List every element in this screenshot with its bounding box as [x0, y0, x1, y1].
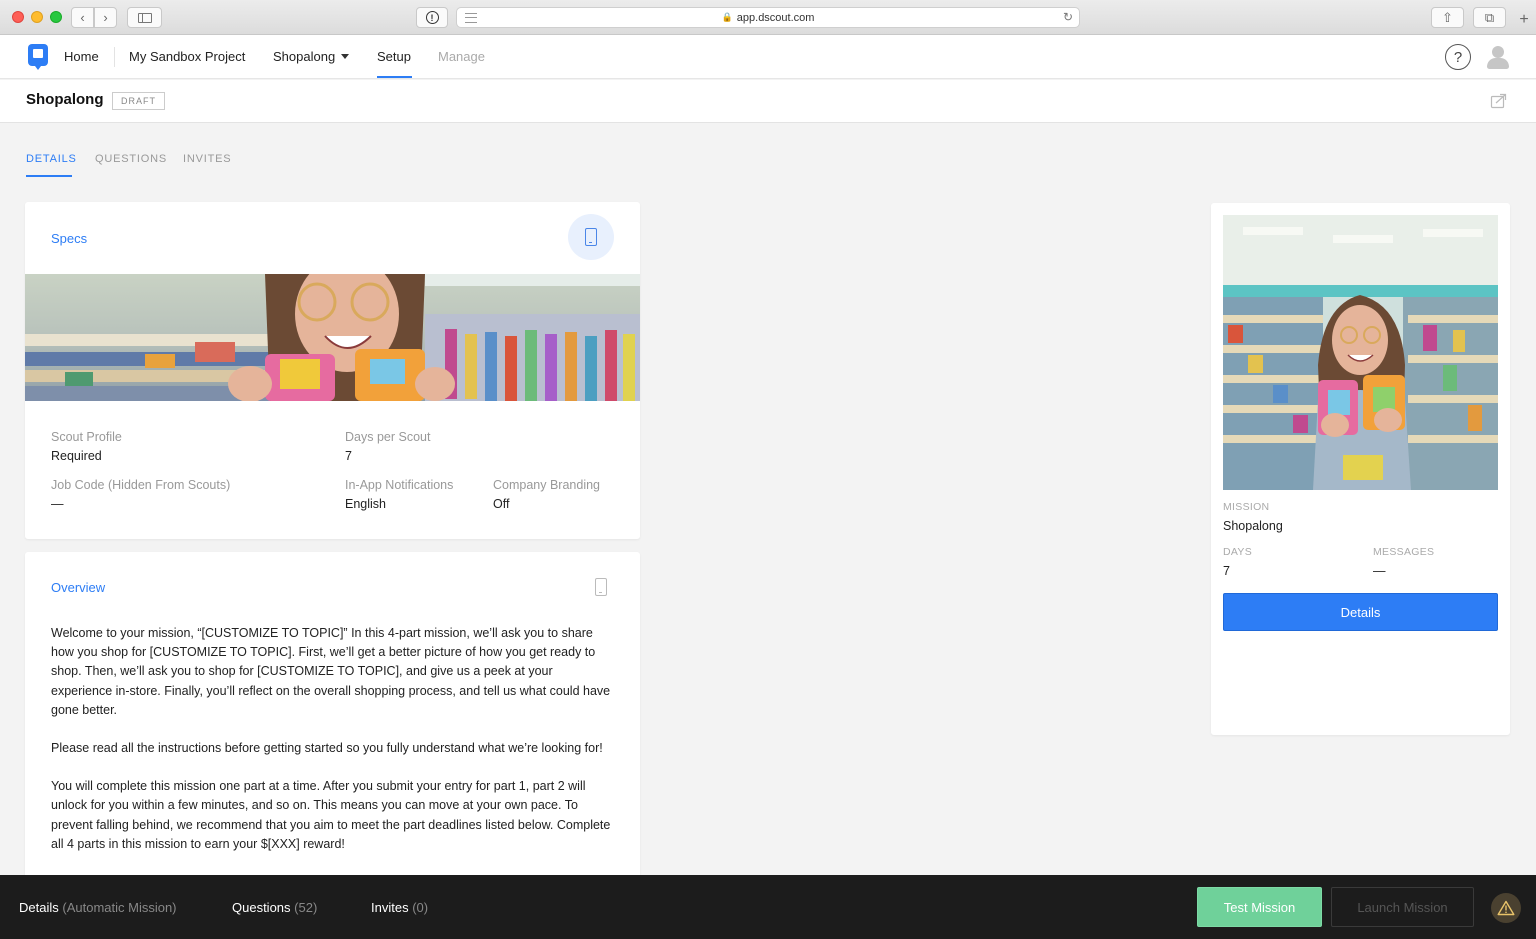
days-label: DAYS	[1223, 546, 1253, 558]
nav-setup[interactable]: Setup	[377, 49, 411, 64]
tabs-icon: ⧉	[1484, 9, 1495, 25]
dscout-logo-icon[interactable]	[28, 44, 48, 70]
days-per-scout-label: Days per Scout	[345, 430, 431, 444]
nav-divider	[114, 47, 115, 67]
bottom-questions-link[interactable]: Questions (52)	[232, 900, 317, 915]
overview-paragraph: Please read all the instructions before …	[51, 741, 603, 756]
branding-value: Off	[493, 497, 510, 511]
nav-manage[interactable]: Manage	[438, 49, 485, 64]
new-tab-icon[interactable]: +	[1514, 10, 1534, 30]
mission-label: MISSION	[1223, 501, 1270, 513]
bottom-questions-label: Questions	[232, 900, 291, 915]
status-badge: DRAFT	[112, 92, 165, 110]
lock-icon: 🔒	[721, 12, 733, 22]
bottom-details-link[interactable]: Details (Automatic Mission)	[19, 900, 177, 915]
password-button[interactable]: !	[416, 7, 448, 28]
avatar-icon[interactable]	[1486, 44, 1510, 70]
back-button[interactable]: ‹	[71, 7, 94, 28]
forward-icon: ›	[103, 10, 108, 25]
share-button[interactable]: ⇧	[1431, 7, 1464, 28]
job-code-label: Job Code (Hidden From Scouts)	[51, 478, 231, 492]
sidebar-icon	[137, 12, 152, 23]
warning-button[interactable]	[1491, 893, 1521, 923]
bottom-invites-label: Invites	[371, 900, 409, 915]
bottom-action-bar: Details (Automatic Mission) Questions (5…	[0, 875, 1536, 939]
bottom-details-label: Details	[19, 900, 59, 915]
reload-icon[interactable]: ↻	[1063, 10, 1073, 24]
notifications-label: In-App Notifications	[345, 478, 454, 492]
messages-value: —	[1373, 564, 1386, 578]
nav-home[interactable]: Home	[64, 49, 99, 64]
tabs-button[interactable]: ⧉	[1473, 7, 1506, 28]
help-icon[interactable]: ?	[1445, 44, 1471, 70]
page-title: Shopalong	[26, 91, 104, 108]
export-icon[interactable]	[1490, 92, 1507, 109]
details-button[interactable]: Details	[1223, 593, 1498, 631]
app-header: Home My Sandbox Project Shopalong Setup …	[0, 35, 1536, 79]
tab-active-indicator	[26, 175, 72, 177]
days-value: 7	[1223, 564, 1230, 578]
branding-label: Company Branding	[493, 478, 601, 492]
back-icon: ‹	[80, 10, 85, 25]
bottom-invites-link[interactable]: Invites (0)	[371, 900, 428, 915]
bottom-invites-count: (0)	[412, 900, 429, 915]
password-icon: !	[425, 11, 439, 24]
tab-invites[interactable]: INVITES	[183, 153, 231, 165]
phone-preview-icon-button[interactable]	[595, 578, 607, 596]
reader-icon[interactable]	[465, 13, 477, 23]
launch-mission-button[interactable]: Launch Mission	[1331, 887, 1474, 927]
url-text: app.dscout.com	[736, 11, 815, 24]
mission-preview-image	[1223, 215, 1498, 490]
maximize-window-button[interactable]	[50, 11, 62, 23]
messages-label: MESSAGES	[1373, 546, 1435, 558]
minimize-window-button[interactable]	[31, 11, 43, 23]
browser-toolbar: ‹ › ! 🔒 app.dscout.com ↻ ⇧ ⧉ +	[0, 0, 1536, 35]
nav-mission-menu[interactable]: Shopalong	[273, 49, 350, 64]
mission-banner-image	[25, 274, 640, 401]
scout-profile-label: Scout Profile	[51, 430, 122, 444]
mission-value: Shopalong	[1223, 519, 1283, 533]
forward-button[interactable]: ›	[94, 7, 117, 28]
phone-icon	[585, 228, 597, 246]
address-bar[interactable]: 🔒 app.dscout.com ↻	[456, 7, 1080, 28]
phone-preview-button[interactable]	[568, 214, 614, 260]
close-window-button[interactable]	[12, 11, 24, 23]
tab-details[interactable]: DETAILS	[26, 153, 77, 165]
nav-project[interactable]: My Sandbox Project	[129, 49, 245, 64]
tab-questions[interactable]: QUESTIONS	[95, 153, 167, 165]
days-per-scout-value: 7	[345, 449, 352, 463]
overview-card: Overview Welcome to your mission, “[CUST…	[25, 552, 640, 892]
bottom-details-sub: (Automatic Mission)	[62, 900, 177, 915]
test-mission-button[interactable]: Test Mission	[1197, 887, 1322, 927]
caret-down-icon	[341, 54, 350, 59]
share-icon: ⇧	[1442, 9, 1453, 25]
specs-card: Specs Scout Profile Required Days per Sc…	[25, 202, 640, 539]
job-code-value: —	[51, 497, 64, 511]
nav-mission-label: Shopalong	[273, 49, 336, 64]
nav-active-indicator	[377, 76, 412, 78]
warning-icon	[1497, 900, 1515, 916]
scout-profile-value: Required	[51, 449, 102, 463]
specs-title: Specs	[51, 231, 88, 246]
mission-preview-card: MISSION Shopalong DAYS 7 MESSAGES — Deta…	[1211, 203, 1510, 735]
page-title-bar: Shopalong DRAFT	[0, 80, 1536, 123]
sidebar-toggle-button[interactable]	[127, 7, 162, 28]
phone-icon	[595, 578, 607, 596]
overview-paragraph: You will complete this mission one part …	[51, 779, 611, 851]
overview-body: Welcome to your mission, “[CUSTOMIZE TO …	[51, 624, 617, 873]
notifications-value: English	[345, 497, 386, 511]
overview-paragraph: Welcome to your mission, “[CUSTOMIZE TO …	[51, 626, 611, 717]
bottom-questions-count: (52)	[294, 900, 318, 915]
overview-title: Overview	[51, 580, 106, 595]
